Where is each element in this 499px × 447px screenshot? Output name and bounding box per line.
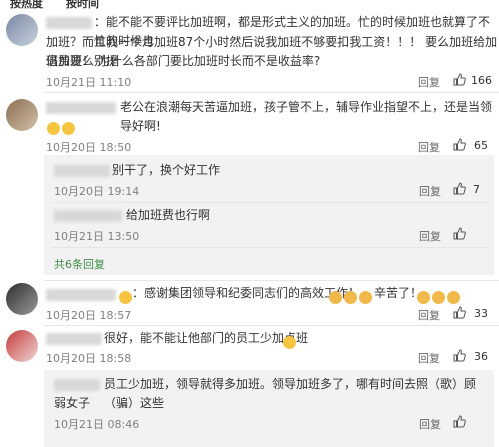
- comment-date: 10月20日 18:58: [46, 352, 132, 365]
- like-count: 65: [474, 139, 488, 152]
- reply-text: 弱女子: [54, 396, 91, 410]
- reply-text: 给加班费也行啊: [126, 208, 211, 222]
- crying-emoji-icon: [46, 118, 76, 137]
- thumbs-up-icon[interactable]: [453, 415, 466, 428]
- avatar[interactable]: [6, 99, 38, 131]
- avatar[interactable]: [6, 330, 38, 362]
- reply-thread: 员工少加班，领导就得多加班。领导加班多了，哪有时间去照（歌）顾（骗）这些 弱女子…: [44, 370, 494, 447]
- username-blurred[interactable]: [46, 333, 102, 345]
- applause-emoji-icon: [416, 287, 461, 306]
- reply-date: 10月21日 08:46: [54, 418, 140, 431]
- reply-date: 10月20日 19:14: [54, 185, 140, 198]
- divider: [52, 202, 488, 203]
- reply-button[interactable]: 回复: [418, 74, 440, 90]
- reply-date: 10月21日 13:50: [54, 230, 140, 243]
- thumbs-up-icon[interactable]: [453, 227, 466, 240]
- comment-date: 10月21日 11:10: [46, 76, 132, 89]
- reply-button[interactable]: 回复: [419, 416, 441, 432]
- tab-hot[interactable]: 按热度: [10, 0, 43, 10]
- avatar[interactable]: [6, 14, 38, 46]
- comment-text: 老公在浪潮每天苦逼加班，孩子管不上，辅导作业指望不上，还是当领导好啊!: [120, 100, 493, 133]
- reply-button[interactable]: 回复: [419, 183, 441, 199]
- username-blurred[interactable]: [46, 17, 92, 29]
- reply-button[interactable]: 回复: [418, 139, 440, 155]
- reply-button[interactable]: 回复: [418, 350, 440, 366]
- username-blurred[interactable]: [54, 379, 100, 391]
- username-blurred[interactable]: [54, 165, 110, 177]
- thumbs-up-icon[interactable]: [453, 73, 466, 86]
- thumbs-up-icon[interactable]: [453, 182, 466, 195]
- like-count: 33: [474, 307, 488, 320]
- divider: [44, 325, 499, 326]
- reply-text: 员工少加班，领导就得多加班。领导加班多了，哪有时间去照（歌）顾（骗）这些: [104, 377, 477, 410]
- emoji-icon: [282, 332, 297, 351]
- divider: [44, 92, 499, 93]
- thumbs-up-icon[interactable]: [453, 306, 466, 319]
- divider: [44, 280, 499, 281]
- username-blurred[interactable]: [54, 210, 122, 222]
- comment-text-tail: 辛苦了！: [374, 286, 423, 300]
- username-blurred[interactable]: [46, 289, 116, 301]
- reply-thread: 别干了，换个好工作 10月20日 19:14 回复 7 给加班费也行啊 10月2…: [44, 155, 494, 275]
- thumbs-up-icon[interactable]: [453, 138, 466, 151]
- comment-text: ：感谢集团领导和纪委同志们的高效工作！: [132, 286, 361, 300]
- reply-button[interactable]: 回复: [418, 307, 440, 323]
- divider: [52, 247, 488, 248]
- reply-text: 别干了，换个好工作: [112, 163, 221, 177]
- sort-tabs: 按热度 按时间: [0, 0, 499, 10]
- more-replies-link[interactable]: 共6条回复: [54, 256, 105, 272]
- like-count: 166: [471, 74, 492, 87]
- tab-time[interactable]: 按时间: [66, 0, 99, 10]
- comment-date: 10月20日 18:57: [46, 309, 132, 322]
- comment-text: 倡加班！ 为什么各部门要比加班时长而不是收益率?: [46, 54, 321, 68]
- like-count: 36: [474, 350, 488, 363]
- avatar[interactable]: [6, 283, 38, 315]
- like-count: 7: [473, 183, 480, 196]
- username-blurred[interactable]: [46, 102, 116, 114]
- emoji-icon: [118, 287, 133, 306]
- comment-date: 10月20日 18:50: [46, 141, 132, 154]
- comment-text: 很好，能不能让他部门的员工少加点班: [104, 331, 309, 345]
- thumbs-emoji-icon: [328, 287, 373, 306]
- reply-button[interactable]: 回复: [419, 228, 441, 244]
- thumbs-up-icon[interactable]: [453, 349, 466, 362]
